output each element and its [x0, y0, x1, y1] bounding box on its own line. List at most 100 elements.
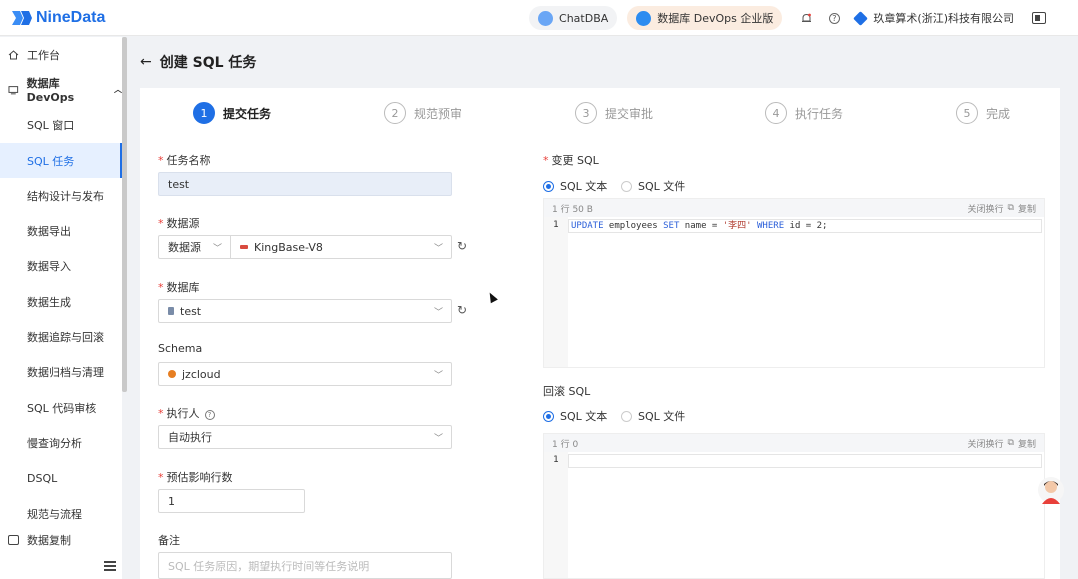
executor-select[interactable]: 自动执行 ﹀	[158, 425, 452, 449]
sidebar-group-devops[interactable]: 数据库 DevOps ︿	[0, 72, 122, 107]
change-sql-text-radio[interactable]: SQL 文本	[543, 178, 607, 194]
sidebar-item-9[interactable]: 慢查询分析	[0, 425, 122, 460]
notification-icon[interactable]	[800, 12, 812, 24]
chatdba-button[interactable]: ChatDBA	[529, 6, 618, 30]
sidebar-item-10[interactable]: DSQL	[0, 461, 122, 496]
sidebar-item-2[interactable]: 结构设计与发布	[0, 178, 122, 213]
refresh-database-icon[interactable]: ↻	[457, 303, 467, 317]
sidebar-item-7[interactable]: 数据归档与清理	[0, 355, 122, 390]
datasource-type-select[interactable]: 数据源 ﹀	[158, 235, 230, 259]
replication-icon	[8, 535, 19, 546]
sidebar-item-label: 数据归档与清理	[27, 366, 104, 380]
support-avatar-icon[interactable]	[1037, 476, 1065, 508]
wrap-toggle[interactable]: 关闭换行	[968, 202, 1004, 215]
sidebar-item-label: 数据追踪与回滚	[27, 331, 104, 345]
refresh-datasource-icon[interactable]: ↻	[457, 239, 467, 253]
sql-code-line[interactable]	[568, 454, 1042, 468]
sidebar-scrollbar[interactable]	[122, 37, 127, 392]
editor-meta: 1 行 0	[552, 439, 579, 450]
copy-button[interactable]: 复制	[1018, 437, 1036, 450]
sidebar-item-6[interactable]: 数据追踪与回滚	[0, 319, 122, 354]
back-arrow-icon[interactable]: ←	[140, 54, 152, 70]
rollback-sql-label: 回滚 SQL	[543, 385, 591, 398]
company-switcher[interactable]: 玖章算术(浙江)科技有限公司	[853, 10, 1014, 26]
sidebar-item-0[interactable]: SQL 窗口	[0, 108, 122, 143]
sidebar-item-1[interactable]: SQL 任务	[0, 142, 122, 179]
database-select[interactable]: test ﹀	[158, 299, 452, 323]
kingbase-icon	[240, 245, 248, 249]
sidebar-item-label: 数据导入	[27, 260, 71, 274]
sidebar-item-label: SQL 任务	[27, 154, 75, 168]
step-2: 2 规范预审	[384, 102, 462, 124]
page-title-text: 创建 SQL 任务	[159, 55, 257, 71]
note-textarea[interactable]: SQL 任务原因，期望执行时间等任务说明	[158, 552, 452, 579]
sidebar-item-11[interactable]: 规范与流程	[0, 496, 122, 531]
sql-code-line[interactable]: UPDATE employees SET name = '李四' WHERE i…	[568, 219, 1042, 233]
task-name-input[interactable]: test	[158, 172, 452, 196]
chevron-down-icon: ﹀	[433, 371, 443, 381]
step-label: 提交任务	[223, 106, 272, 121]
chevron-up-icon: ︿	[114, 85, 122, 95]
brand-logo[interactable]: NineData	[10, 9, 105, 27]
language-icon[interactable]	[1032, 12, 1046, 24]
note-label: 备注	[158, 534, 180, 547]
company-name: 玖章算术(浙江)科技有限公司	[873, 12, 1014, 25]
line-numbers: 1	[544, 452, 568, 578]
task-name-label: * 任务名称	[158, 154, 211, 167]
ninedata-logo-icon	[12, 10, 32, 25]
sidebar-item-label: 规范与流程	[27, 507, 82, 521]
sidebar-item-4[interactable]: 数据导入	[0, 249, 122, 284]
help-icon: ?	[204, 410, 215, 420]
edition-badge[interactable]: 数据库 DevOps 企业版	[627, 6, 783, 30]
rollback-sql-file-radio[interactable]: SQL 文件	[621, 408, 685, 424]
sidebar-item-3[interactable]: 数据导出	[0, 213, 122, 248]
change-sql-file-radio[interactable]: SQL 文件	[621, 178, 685, 194]
sidebar-item-5[interactable]: 数据生成	[0, 284, 122, 319]
step-1: 1 提交任务	[193, 102, 271, 124]
database-label: * 数据库	[158, 281, 200, 294]
sidebar-item-8[interactable]: SQL 代码审核	[0, 390, 122, 425]
change-sql-editor[interactable]: 1 行 50 B 关闭换行 ⧉ 复制 1 UPDATE employees SE…	[543, 198, 1045, 368]
sidebar: 工作台 数据库 DevOps ︿ SQL 窗口 SQL 任务结构设计与发布 数据导出…	[0, 37, 122, 579]
sidebar-item-workspace[interactable]: 工作台	[0, 37, 122, 72]
rollback-sql-text-radio[interactable]: SQL 文本	[543, 408, 607, 424]
sidebar-group-replication[interactable]: 数据复制	[0, 531, 122, 549]
sidebar-item-label: SQL 窗口	[27, 119, 75, 133]
executor-label: * 执行人?	[158, 405, 215, 421]
datasource-select[interactable]: KingBase-V8 ﹀	[230, 235, 452, 259]
change-sql-label: * 变更 SQL	[543, 154, 599, 167]
copy-icon[interactable]: ⧉	[1008, 438, 1014, 448]
step-5: 5 完成	[956, 102, 1010, 124]
edition-label: 数据库 DevOps 企业版	[657, 12, 774, 25]
step-3: 3 提交审批	[575, 102, 653, 124]
database-icon	[8, 86, 19, 95]
help-icon[interactable]: ?	[828, 12, 840, 24]
step-number: 2	[384, 102, 406, 124]
schema-select[interactable]: jzcloud ﹀	[158, 362, 452, 386]
chatdba-label: ChatDBA	[559, 11, 609, 25]
step-label: 提交审批	[605, 106, 654, 121]
step-label: 执行任务	[795, 106, 844, 121]
rows-input[interactable]: 1	[158, 489, 305, 513]
copy-button[interactable]: 复制	[1018, 202, 1036, 215]
chevron-down-icon: ﹀	[212, 244, 222, 254]
database-icon	[168, 307, 174, 315]
step-number: 3	[575, 102, 597, 124]
schema-icon	[168, 370, 176, 378]
collapse-menu-icon[interactable]	[104, 561, 116, 571]
copy-icon[interactable]: ⧉	[1008, 203, 1014, 213]
rollback-sql-editor[interactable]: 1 行 0 关闭换行 ⧉ 复制 1	[543, 433, 1045, 579]
chatdba-icon	[538, 10, 554, 26]
editor-toolbar: 1 行 0 关闭换行 ⧉ 复制	[544, 434, 1044, 452]
chevron-down-icon: ﹀	[433, 308, 443, 318]
step-4: 4 执行任务	[765, 102, 843, 124]
sidebar-item-label: DSQL	[27, 471, 58, 485]
brand-name: NineData	[36, 8, 106, 26]
chevron-down-icon: ﹀	[433, 244, 443, 254]
top-bar: NineData ChatDBA 数据库 DevOps 企业版 ? 玖章算术(浙…	[0, 0, 1078, 36]
wrap-toggle[interactable]: 关闭换行	[968, 437, 1004, 450]
step-number: 5	[956, 102, 978, 124]
step-number: 4	[765, 102, 787, 124]
line-numbers: 1	[544, 217, 568, 367]
home-icon	[8, 49, 19, 60]
